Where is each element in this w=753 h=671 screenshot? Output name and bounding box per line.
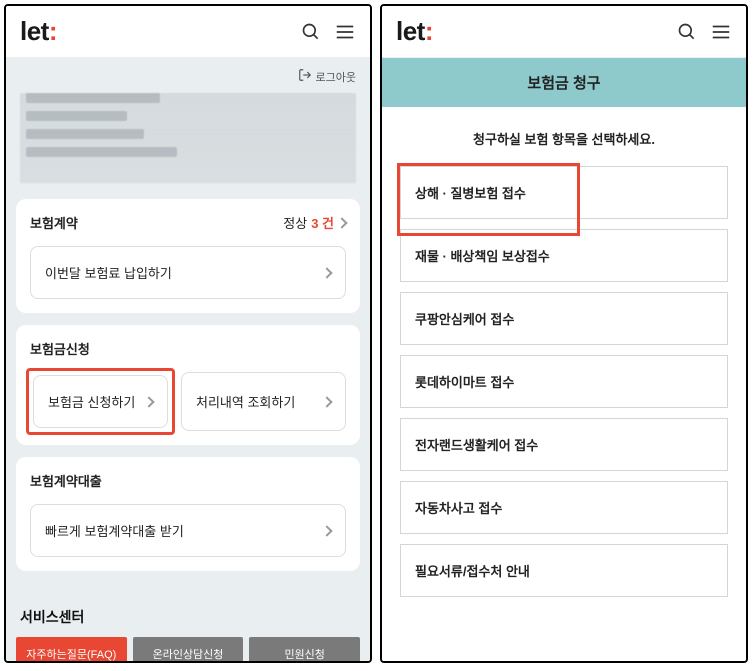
search-icon[interactable]: [300, 21, 322, 43]
contract-header: 보험계약 정상 3 건: [30, 213, 346, 232]
menu-icon[interactable]: [334, 21, 356, 43]
screen-main: let: 로그아웃 보험계약: [4, 4, 372, 663]
claim-option-list: 상해 · 질병보험 접수 재물 · 배상책임 보상접수 쿠팡안심케어 접수 롯데…: [382, 166, 746, 597]
logout-row: 로그아웃: [6, 58, 370, 85]
claim-card: 보험금신청 보험금 신청하기 처리내역 조회하기: [16, 325, 360, 445]
option-property-liability[interactable]: 재물 · 배상책임 보상접수: [400, 229, 728, 282]
logo-colon: :: [49, 16, 57, 46]
chevron-right-icon: [321, 267, 332, 278]
page-title: 보험금 청구: [382, 58, 746, 107]
quick-loan-label: 빠르게 보험계약대출 받기: [45, 521, 184, 540]
claim-history-button[interactable]: 처리내역 조회하기: [181, 372, 346, 431]
service-tabs: 자주하는질문(FAQ) 온라인상담신청 민원신청: [6, 637, 370, 661]
chevron-right-icon: [321, 396, 332, 407]
claim-history-label: 처리내역 조회하기: [196, 392, 295, 411]
pay-premium-button[interactable]: 이번달 보험료 납입하기: [30, 246, 346, 299]
quick-loan-button[interactable]: 빠르게 보험계약대출 받기: [30, 504, 346, 557]
contract-status[interactable]: 정상 3 건: [283, 213, 346, 232]
logo[interactable]: let:: [396, 16, 433, 47]
header-actions: [676, 21, 732, 43]
highlight-apply: 보험금 신청하기: [26, 368, 175, 435]
search-icon[interactable]: [676, 21, 698, 43]
main-body: 로그아웃 보험계약 정상 3 건 이번달 보험료 납입하기: [6, 58, 370, 661]
logout-icon[interactable]: [298, 68, 312, 85]
header-actions: [300, 21, 356, 43]
claim-title: 보험금신청: [30, 339, 90, 358]
tab-faq[interactable]: 자주하는질문(FAQ): [16, 637, 127, 661]
menu-icon[interactable]: [710, 21, 732, 43]
tab-online-consult[interactable]: 온라인상담신청: [133, 637, 244, 661]
claim-body: 보험금 청구 청구하실 보험 항목을 선택하세요. 상해 · 질병보험 접수 재…: [382, 58, 746, 661]
loan-card: 보험계약대출 빠르게 보험계약대출 받기: [16, 457, 360, 571]
option-documents-guide[interactable]: 필요서류/접수처 안내: [400, 544, 728, 597]
header: let:: [6, 6, 370, 58]
option-electroland[interactable]: 전자랜드생활케어 접수: [400, 418, 728, 471]
loan-header: 보험계약대출: [30, 471, 346, 490]
contract-card: 보험계약 정상 3 건 이번달 보험료 납입하기: [16, 199, 360, 313]
option-coupang-care[interactable]: 쿠팡안심케어 접수: [400, 292, 728, 345]
claim-header: 보험금신청: [30, 339, 346, 358]
option-car-accident[interactable]: 자동차사고 접수: [400, 481, 728, 534]
claim-buttons: 보험금 신청하기 처리내역 조회하기: [30, 372, 346, 431]
page-subtitle: 청구하실 보험 항목을 선택하세요.: [382, 107, 746, 166]
option-lotte-himart[interactable]: 롯데하이마트 접수: [400, 355, 728, 408]
chevron-right-icon: [321, 525, 332, 536]
loan-title: 보험계약대출: [30, 471, 102, 490]
apply-claim-label: 보험금 신청하기: [48, 392, 135, 411]
logout-button[interactable]: 로그아웃: [316, 69, 356, 85]
apply-claim-button[interactable]: 보험금 신청하기: [33, 375, 168, 428]
chevron-right-icon: [143, 396, 154, 407]
pay-premium-label: 이번달 보험료 납입하기: [45, 263, 172, 282]
service-center-title: 서비스센터: [6, 583, 370, 637]
logo-text: let: [396, 16, 425, 46]
tab-complaint[interactable]: 민원신청: [249, 637, 360, 661]
screen-claim-select: let: 보험금 청구 청구하실 보험 항목을 선택하세요. 상해 · 질병보험…: [380, 4, 748, 663]
user-info-blurred: [20, 93, 356, 183]
logo[interactable]: let:: [20, 16, 57, 47]
chevron-right-icon: [336, 217, 347, 228]
logo-colon: :: [425, 16, 433, 46]
status-label: 정상: [283, 213, 307, 232]
status-count: 3 건: [311, 213, 334, 232]
contract-title: 보험계약: [30, 213, 78, 232]
header: let:: [382, 6, 746, 58]
option-injury-illness[interactable]: 상해 · 질병보험 접수: [400, 166, 728, 219]
logo-text: let: [20, 16, 49, 46]
